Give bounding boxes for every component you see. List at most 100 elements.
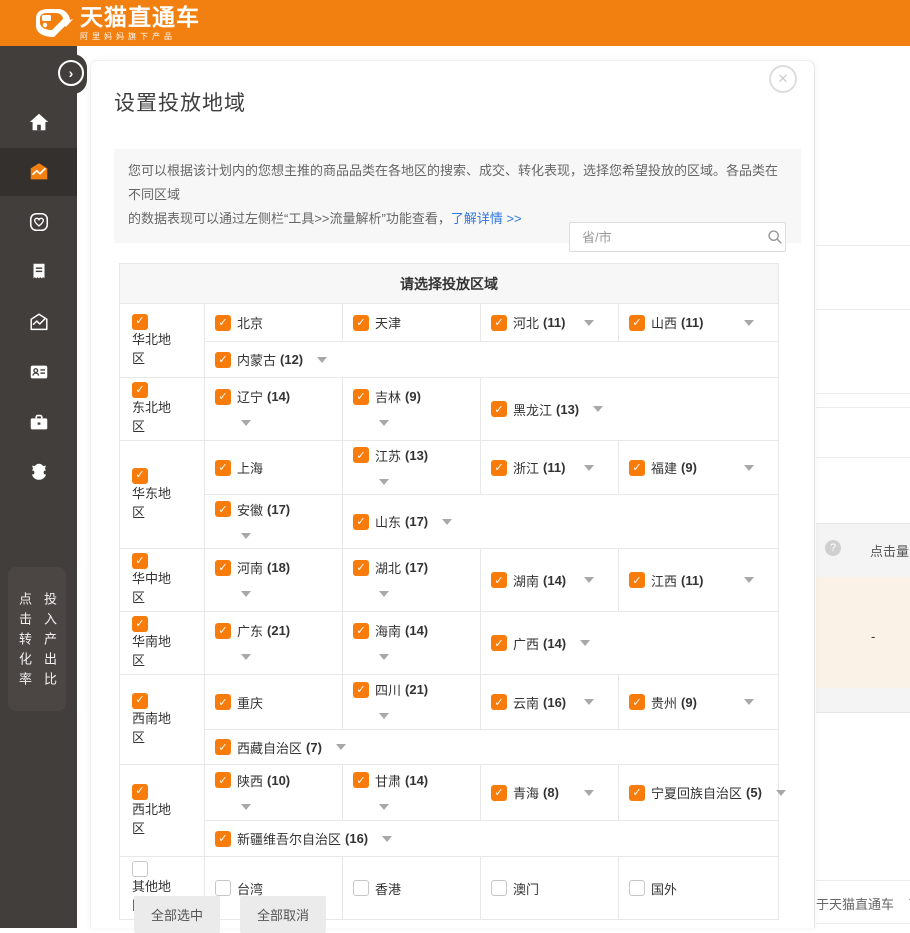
- region-group-cell[interactable]: ✓华南地区: [120, 612, 205, 675]
- province-cell[interactable]: ✓宁夏回族自治区(5): [619, 765, 779, 821]
- checkbox[interactable]: ✓: [215, 460, 231, 476]
- checkbox[interactable]: ✓: [353, 772, 369, 788]
- checkbox[interactable]: ✓: [215, 831, 231, 847]
- chevron-down-icon[interactable]: [744, 577, 754, 583]
- help-icon[interactable]: ?: [825, 540, 841, 556]
- province-cell[interactable]: ✓北京: [205, 304, 343, 342]
- region-group-cell[interactable]: ✓华中地区: [120, 549, 205, 612]
- chevron-down-icon[interactable]: [776, 790, 786, 796]
- favorites-icon[interactable]: [0, 198, 77, 246]
- chevron-down-icon[interactable]: [379, 804, 389, 810]
- province-cell[interactable]: ✓山东(17): [343, 495, 779, 549]
- chevron-down-icon[interactable]: [241, 591, 251, 597]
- checkbox[interactable]: ✓: [132, 616, 148, 632]
- chevron-down-icon[interactable]: [241, 420, 251, 426]
- search-input[interactable]: [570, 230, 764, 245]
- province-cell[interactable]: ✓甘肃(14): [343, 765, 481, 821]
- close-icon[interactable]: ✕: [769, 65, 797, 93]
- province-cell[interactable]: ✓江苏(13): [343, 441, 481, 495]
- province-cell[interactable]: ✓辽宁(14): [205, 378, 343, 441]
- province-cell[interactable]: ✓内蒙古(12): [205, 342, 779, 378]
- chevron-down-icon[interactable]: [241, 654, 251, 660]
- province-cell[interactable]: ✓海南(14): [343, 612, 481, 675]
- province-cell[interactable]: ✓河北(11): [481, 304, 619, 342]
- province-cell[interactable]: 香港: [343, 857, 481, 920]
- checkbox[interactable]: ✓: [629, 785, 645, 801]
- checkbox[interactable]: ✓: [215, 560, 231, 576]
- checkbox[interactable]: ✓: [215, 694, 231, 710]
- checkbox[interactable]: ✓: [353, 514, 369, 530]
- checkbox[interactable]: ✓: [629, 315, 645, 331]
- province-cell[interactable]: ✓广东(21): [205, 612, 343, 675]
- chevron-down-icon[interactable]: [379, 713, 389, 719]
- checkbox[interactable]: ✓: [132, 382, 148, 398]
- chevron-down-icon[interactable]: [442, 519, 452, 525]
- chevron-down-icon[interactable]: [744, 465, 754, 471]
- select-all-button[interactable]: 全部选中: [134, 896, 220, 933]
- checkbox[interactable]: [629, 880, 645, 896]
- checkbox[interactable]: [491, 880, 507, 896]
- chevron-down-icon[interactable]: [584, 465, 594, 471]
- checkbox[interactable]: ✓: [132, 693, 148, 709]
- province-cell[interactable]: 国外: [619, 857, 779, 920]
- campaign-icon[interactable]: [0, 148, 77, 196]
- chevron-down-icon[interactable]: [584, 577, 594, 583]
- chevron-down-icon[interactable]: [744, 699, 754, 705]
- province-cell[interactable]: ✓四川(21): [343, 675, 481, 730]
- checkbox[interactable]: ✓: [132, 314, 148, 330]
- checkbox[interactable]: ✓: [215, 772, 231, 788]
- region-group-cell[interactable]: ✓西南地区: [120, 675, 205, 765]
- region-group-cell[interactable]: ✓华北地区: [120, 304, 205, 378]
- checkbox[interactable]: ✓: [132, 468, 148, 484]
- checkbox[interactable]: [353, 880, 369, 896]
- checkbox[interactable]: ✓: [629, 572, 645, 588]
- province-cell[interactable]: ✓江西(11): [619, 549, 779, 612]
- checkbox[interactable]: ✓: [491, 401, 507, 417]
- checkbox[interactable]: ✓: [353, 623, 369, 639]
- home-icon[interactable]: [0, 98, 77, 146]
- cancel-all-button[interactable]: 全部取消: [240, 896, 326, 933]
- checkbox[interactable]: ✓: [353, 560, 369, 576]
- account-icon[interactable]: [0, 348, 77, 396]
- region-group-cell[interactable]: ✓西北地区: [120, 765, 205, 857]
- chevron-down-icon[interactable]: [241, 533, 251, 539]
- province-cell[interactable]: ✓吉林(9): [343, 378, 481, 441]
- tmall-cat-icon[interactable]: [0, 448, 77, 496]
- checkbox[interactable]: ✓: [353, 447, 369, 463]
- province-cell[interactable]: ✓湖南(14): [481, 549, 619, 612]
- chevron-down-icon[interactable]: [744, 320, 754, 326]
- chevron-down-icon[interactable]: [336, 744, 346, 750]
- province-cell[interactable]: ✓湖北(17): [343, 549, 481, 612]
- checkbox[interactable]: ✓: [491, 460, 507, 476]
- region-group-cell[interactable]: ✓东北地区: [120, 378, 205, 441]
- tools-icon[interactable]: [0, 398, 77, 446]
- checkbox[interactable]: ✓: [353, 389, 369, 405]
- province-cell[interactable]: ✓上海: [205, 441, 343, 495]
- province-cell[interactable]: ✓重庆: [205, 675, 343, 730]
- search-icon[interactable]: [764, 224, 785, 250]
- chevron-down-icon[interactable]: [379, 654, 389, 660]
- region-group-cell[interactable]: ✓华东地区: [120, 441, 205, 549]
- checkbox[interactable]: ✓: [132, 784, 148, 800]
- checkbox[interactable]: ✓: [215, 352, 231, 368]
- province-cell[interactable]: ✓陕西(10): [205, 765, 343, 821]
- checkbox[interactable]: ✓: [215, 389, 231, 405]
- chevron-down-icon[interactable]: [382, 836, 392, 842]
- report-icon[interactable]: [0, 248, 77, 296]
- checkbox[interactable]: [132, 861, 148, 877]
- province-cell[interactable]: ✓贵州(9): [619, 675, 779, 730]
- insight-icon[interactable]: [0, 298, 77, 346]
- checkbox[interactable]: ✓: [215, 739, 231, 755]
- province-cell[interactable]: ✓黑龙江(13): [481, 378, 779, 441]
- province-cell[interactable]: ✓西藏自治区(7): [205, 730, 779, 765]
- checkbox[interactable]: ✓: [491, 572, 507, 588]
- checkbox[interactable]: ✓: [629, 460, 645, 476]
- chevron-down-icon[interactable]: [379, 591, 389, 597]
- province-cell[interactable]: ✓福建(9): [619, 441, 779, 495]
- province-cell[interactable]: 澳门: [481, 857, 619, 920]
- learn-more-link[interactable]: 了解详情 >>: [451, 211, 522, 226]
- chevron-down-icon[interactable]: [379, 479, 389, 485]
- province-cell[interactable]: ✓浙江(11): [481, 441, 619, 495]
- chevron-down-icon[interactable]: [317, 357, 327, 363]
- chevron-down-icon[interactable]: [593, 406, 603, 412]
